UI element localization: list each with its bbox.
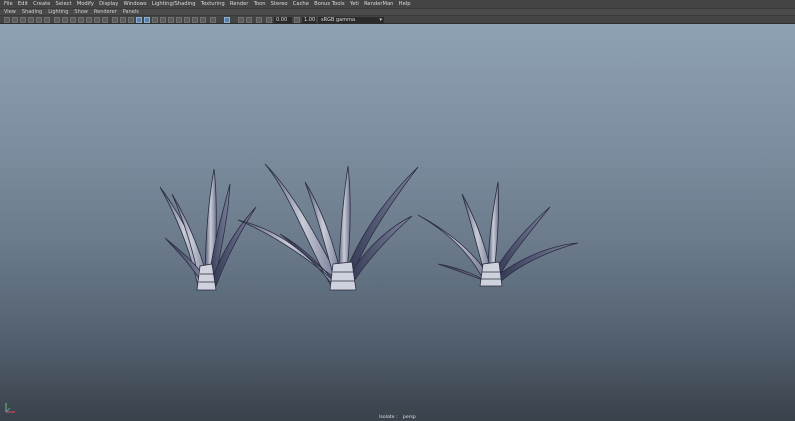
color-management-dropdown[interactable]: sRGB gamma ▾	[318, 17, 384, 24]
menu-bonus-tools[interactable]: Bonus Tools	[312, 0, 348, 8]
menu-render[interactable]: Render	[227, 0, 251, 8]
anti-aliasing-icon[interactable]	[192, 17, 198, 23]
perspective-viewport[interactable]: Isolate : persp	[0, 24, 795, 421]
xray-icon[interactable]	[144, 17, 150, 23]
menu-stereo[interactable]: Stereo	[268, 0, 290, 8]
hud-icon[interactable]	[256, 17, 262, 23]
viewport-toolbar: 0.00 1.00 sRGB gamma ▾	[0, 15, 795, 24]
menu-renderman[interactable]: RenderMan	[361, 0, 396, 8]
select-camera-icon[interactable]	[224, 17, 230, 23]
viewport-hud: Isolate : persp	[0, 415, 795, 420]
scene-canvas	[159, 163, 579, 291]
camera-name-label: persp	[402, 415, 416, 420]
menu-lighting-shading[interactable]: Lighting/Shading	[149, 0, 198, 8]
axis-icon	[3, 401, 17, 415]
exposure-icon[interactable]	[266, 17, 272, 23]
film-gate-icon[interactable]	[62, 17, 68, 23]
backface-culling-icon[interactable]	[246, 17, 252, 23]
color-management-value: sRGB gamma	[321, 17, 356, 23]
grid-icon[interactable]	[54, 17, 60, 23]
grass-plant-right[interactable]	[417, 181, 579, 287]
menu-edit[interactable]: Edit	[15, 0, 30, 8]
menu-texturing[interactable]: Texturing	[198, 0, 227, 8]
image-plane-icon[interactable]	[28, 17, 34, 23]
menu-windows[interactable]: Windows	[121, 0, 149, 8]
isolate-label: Isolate :	[379, 415, 398, 420]
gamma-field[interactable]: 1.00	[302, 17, 316, 24]
field-chart-icon[interactable]	[86, 17, 92, 23]
screen-space-ao-icon[interactable]	[176, 17, 182, 23]
main-menu-bar: File Edit Create Select Modify Display W…	[0, 0, 795, 8]
chevron-down-icon: ▾	[379, 17, 382, 23]
xray-joints-icon[interactable]	[152, 17, 158, 23]
resolution-gate-icon[interactable]	[70, 17, 76, 23]
gamma-icon[interactable]	[294, 17, 300, 23]
wireframe-icon[interactable]	[112, 17, 118, 23]
texture-icon[interactable]	[128, 17, 134, 23]
menu-create[interactable]: Create	[31, 0, 53, 8]
depth-of-field-icon[interactable]	[200, 17, 206, 23]
menu-yeti[interactable]: Yeti	[347, 0, 361, 8]
camera-attributes-icon[interactable]	[12, 17, 18, 23]
menu-help[interactable]: Help	[396, 0, 413, 8]
light-icon[interactable]	[160, 17, 166, 23]
menu-cache[interactable]: Cache	[290, 0, 311, 8]
isolate-icon[interactable]	[210, 17, 216, 23]
motion-blur-icon[interactable]	[184, 17, 190, 23]
menu-file[interactable]: File	[0, 0, 15, 8]
menu-toon[interactable]: Toon	[251, 0, 268, 8]
two-d-pan-icon[interactable]	[36, 17, 42, 23]
grease-pencil-icon[interactable]	[44, 17, 50, 23]
grass-plant-center[interactable]	[237, 163, 419, 291]
safe-title-icon[interactable]	[102, 17, 108, 23]
shadows-icon[interactable]	[168, 17, 174, 23]
exposure-field[interactable]: 0.00	[274, 17, 292, 24]
safe-action-icon[interactable]	[94, 17, 100, 23]
camera-icon[interactable]	[4, 17, 10, 23]
grass-plant-left[interactable]	[159, 168, 257, 291]
gate-mask-icon[interactable]	[78, 17, 84, 23]
wireframe-on-shaded-icon[interactable]	[136, 17, 142, 23]
menu-display[interactable]: Display	[97, 0, 121, 8]
menu-select[interactable]: Select	[53, 0, 74, 8]
xray-active-icon[interactable]	[238, 17, 244, 23]
smooth-shade-icon[interactable]	[120, 17, 126, 23]
bookmark-icon[interactable]	[20, 17, 26, 23]
menu-modify[interactable]: Modify	[74, 0, 96, 8]
maya-window: File Edit Create Select Modify Display W…	[0, 0, 795, 421]
